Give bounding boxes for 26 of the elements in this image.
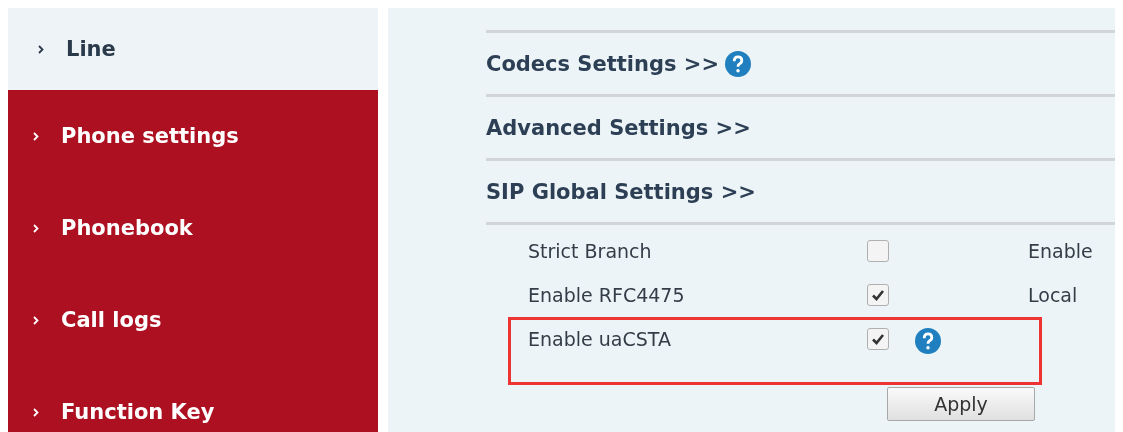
sidebar-item[interactable]: Function Key [8,366,378,432]
checkmark-icon [871,332,885,346]
section-title[interactable]: Advanced Settings >> [486,115,751,140]
sidebar-item[interactable]: Line [8,8,378,90]
help-icon[interactable] [725,50,751,77]
apply-button[interactable]: Apply [887,387,1035,421]
checkbox[interactable] [867,328,889,350]
checkmark-icon [871,288,885,302]
chevron-icon [33,223,39,233]
chevron-icon [33,131,39,141]
chevron-icon [33,315,39,325]
setting-label: Enable uaCSTA [528,328,672,350]
setting-label: Local [1028,284,1078,306]
sidebar-item[interactable]: Call logs [8,274,378,366]
sidebar-item[interactable]: Phone settings [8,90,378,182]
chevron-icon [38,44,44,54]
checkbox[interactable] [867,284,889,306]
section-title[interactable]: Codecs Settings >> [486,51,719,76]
section-title[interactable]: SIP Global Settings >> [486,179,756,204]
setting-label: Strict Branch [528,240,653,262]
chevron-icon [33,407,39,417]
setting-label: Enable [1028,240,1093,262]
help-icon[interactable] [915,328,941,354]
setting-label: Enable RFC4475 [528,284,686,306]
sidebar-item[interactable]: Phonebook [8,182,378,274]
checkbox[interactable] [867,240,889,262]
